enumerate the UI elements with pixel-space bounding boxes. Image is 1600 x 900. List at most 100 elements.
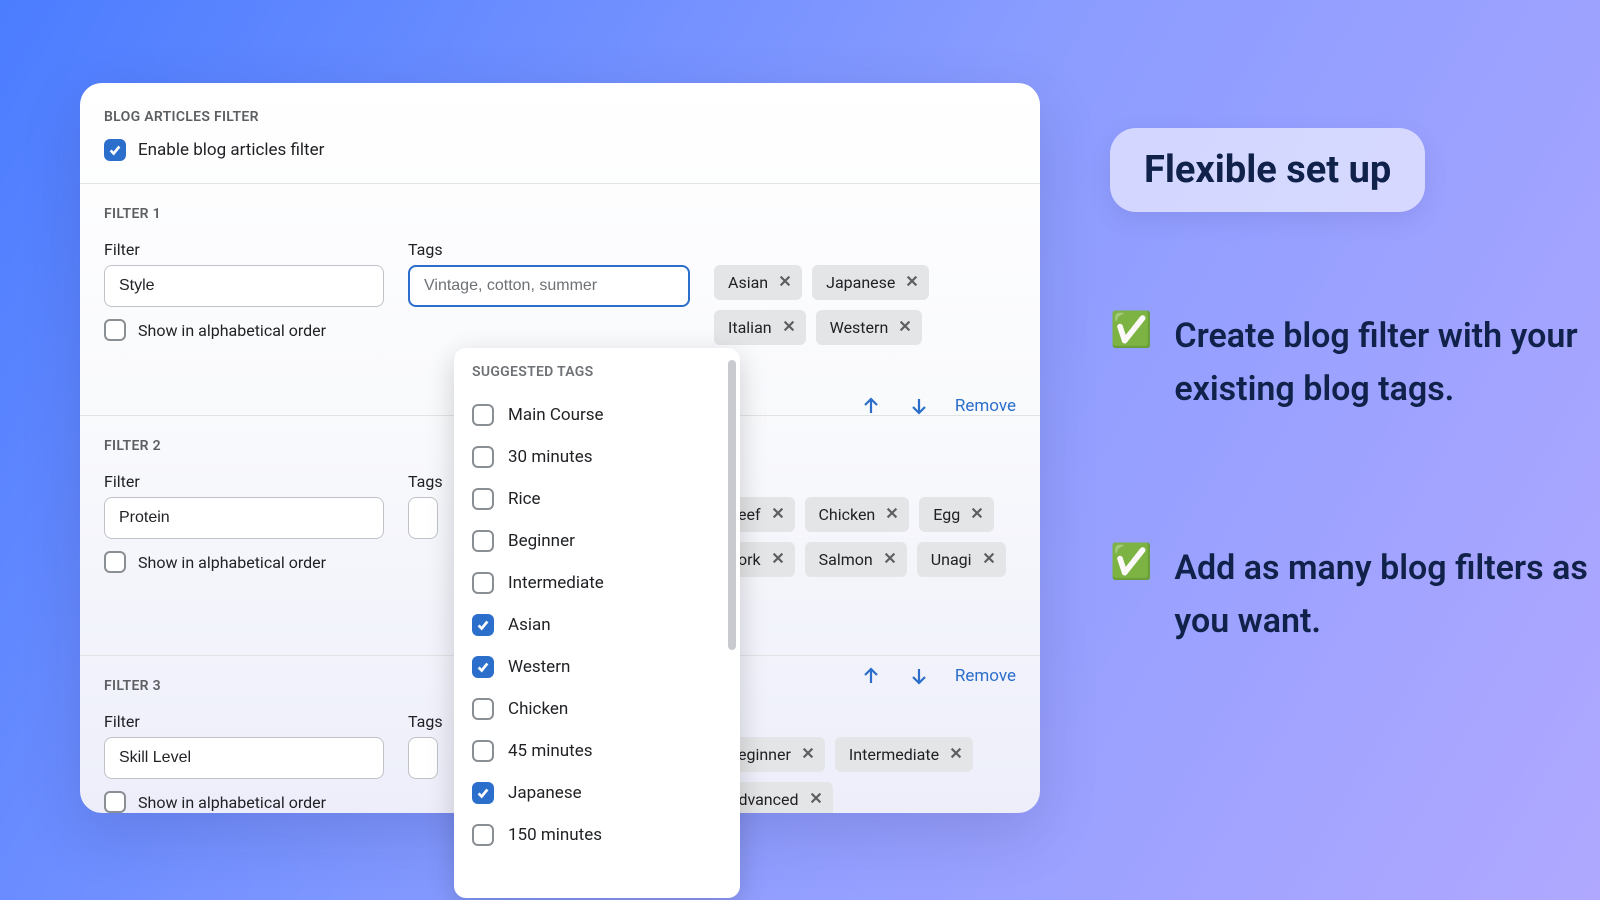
alpha-label: Show in alphabetical order	[138, 793, 326, 812]
suggested-tag-checkbox[interactable]	[472, 698, 494, 720]
chip: Western	[816, 310, 923, 345]
move-up-icon[interactable]	[859, 394, 883, 418]
filter-name-label: Filter	[104, 712, 384, 731]
chip-label: Salmon	[819, 550, 873, 569]
chip-label: Italian	[728, 318, 772, 337]
suggested-tag-label: Main Course	[508, 405, 604, 425]
panel-title: BLOG ARTICLES FILTER	[104, 109, 1016, 125]
alpha-label: Show in alphabetical order	[138, 321, 326, 340]
chip: Japanese	[812, 265, 929, 300]
chip-remove-icon[interactable]	[905, 273, 919, 292]
chip-remove-icon[interactable]	[809, 790, 823, 809]
enable-filter-checkbox[interactable]	[104, 139, 126, 161]
chip-remove-icon[interactable]	[782, 318, 796, 337]
marketing-pill: Flexible set up	[1110, 128, 1425, 212]
chip: Asian	[714, 265, 802, 300]
marketing-feature-1: ✅ Create blog filter with your existing …	[1110, 310, 1594, 415]
filter-1-actions: Remove	[859, 394, 1016, 418]
filter-1-tags-input[interactable]	[408, 265, 690, 307]
suggested-tags-title: SUGGESTED TAGS	[472, 364, 722, 380]
marketing-feature-2: ✅ Add as many blog filters as you want.	[1110, 542, 1594, 647]
suggested-tag-checkbox[interactable]	[472, 824, 494, 846]
suggested-tag-item[interactable]: Western	[472, 646, 722, 688]
chip: Intermediate	[835, 737, 973, 772]
filter-1-name-input[interactable]	[104, 265, 384, 307]
suggested-tag-label: Intermediate	[508, 573, 604, 593]
suggested-tag-checkbox[interactable]	[472, 572, 494, 594]
chip-remove-icon[interactable]	[801, 745, 815, 764]
chip: Chicken	[805, 497, 910, 532]
suggested-tag-item[interactable]: Main Course	[472, 394, 722, 436]
chip: Unagi	[917, 542, 1006, 577]
chip-label: Chicken	[819, 505, 876, 524]
chip-label: Asian	[728, 273, 768, 292]
filter-3-alpha-checkbox[interactable]	[104, 791, 126, 813]
suggested-tag-item[interactable]: 150 minutes	[472, 814, 722, 856]
suggested-tag-checkbox[interactable]	[472, 656, 494, 678]
suggested-tag-label: Chicken	[508, 699, 568, 719]
suggested-tag-item[interactable]: Beginner	[472, 520, 722, 562]
chip-remove-icon[interactable]	[771, 550, 785, 569]
chip: Egg	[919, 497, 994, 532]
filter-1-alpha-checkbox[interactable]	[104, 319, 126, 341]
chip-remove-icon[interactable]	[778, 273, 792, 292]
chip-remove-icon[interactable]	[949, 745, 963, 764]
suggested-tag-item[interactable]: 45 minutes	[472, 730, 722, 772]
suggested-tag-label: 30 minutes	[508, 447, 592, 467]
suggested-tag-label: Western	[508, 657, 570, 677]
chip-remove-icon[interactable]	[883, 550, 897, 569]
suggested-tag-checkbox[interactable]	[472, 614, 494, 636]
suggested-tag-label: Asian	[508, 615, 551, 635]
suggested-tag-item[interactable]: Rice	[472, 478, 722, 520]
chip: Italian	[714, 310, 806, 345]
suggested-tag-checkbox[interactable]	[472, 740, 494, 762]
suggested-tag-item[interactable]: Intermediate	[472, 562, 722, 604]
chip-label: Western	[830, 318, 889, 337]
filter-1-header: FILTER 1	[104, 206, 1016, 222]
move-down-icon[interactable]	[907, 394, 931, 418]
filter-2-alpha-checkbox[interactable]	[104, 551, 126, 573]
enable-filter-label: Enable blog articles filter	[138, 140, 324, 160]
suggested-tag-checkbox[interactable]	[472, 488, 494, 510]
chip: Salmon	[805, 542, 907, 577]
suggested-tag-label: Rice	[508, 489, 541, 509]
filter-2-name-input[interactable]	[104, 497, 384, 539]
filter-2-tags-input[interactable]	[408, 497, 438, 539]
chip-label: Egg	[933, 505, 960, 524]
filter-3-chips: Beginner Intermediate Advanced	[714, 737, 1016, 813]
chip-remove-icon[interactable]	[885, 505, 899, 524]
suggested-tag-item[interactable]: Japanese	[472, 772, 722, 814]
filter-3-tags-input[interactable]	[408, 737, 438, 779]
suggested-tag-checkbox[interactable]	[472, 782, 494, 804]
chip-label: Japanese	[826, 273, 895, 292]
suggested-tag-item[interactable]: Asian	[472, 604, 722, 646]
marketing-feature-1-text: Create blog filter with your existing bl…	[1174, 310, 1594, 415]
filter-name-label: Filter	[104, 472, 384, 491]
check-icon: ✅	[1110, 310, 1152, 415]
alpha-label: Show in alphabetical order	[138, 553, 326, 572]
suggested-tag-label: Beginner	[508, 531, 575, 551]
suggested-tag-checkbox[interactable]	[472, 446, 494, 468]
enable-filter-row: Enable blog articles filter	[104, 139, 1016, 161]
chip-remove-icon[interactable]	[982, 550, 996, 569]
chip-remove-icon[interactable]	[970, 505, 984, 524]
suggested-tag-label: 150 minutes	[508, 825, 602, 845]
chip-label: Intermediate	[849, 745, 939, 764]
suggested-tag-checkbox[interactable]	[472, 404, 494, 426]
chip-label: Unagi	[931, 550, 972, 569]
suggested-tag-item[interactable]: Chicken	[472, 688, 722, 730]
header-section: BLOG ARTICLES FILTER Enable blog article…	[80, 83, 1040, 184]
remove-filter-link[interactable]: Remove	[955, 396, 1016, 416]
dropdown-scrollbar[interactable]	[728, 360, 736, 650]
chip-remove-icon[interactable]	[771, 505, 785, 524]
suggested-tag-item[interactable]: 30 minutes	[472, 436, 722, 478]
suggested-tag-checkbox[interactable]	[472, 530, 494, 552]
chip-remove-icon[interactable]	[898, 318, 912, 337]
suggested-tag-label: Japanese	[508, 783, 582, 803]
suggested-tags-dropdown[interactable]: SUGGESTED TAGS Main Course 30 minutes Rice…	[454, 348, 740, 898]
check-icon: ✅	[1110, 542, 1152, 647]
marketing-pill-text: Flexible set up	[1144, 148, 1391, 192]
filter-1-chips: Asian Japanese Italian Western	[714, 265, 1016, 345]
filter-3-name-input[interactable]	[104, 737, 384, 779]
filter-2-chips: Beef Chicken Egg Pork Salmon Unagi	[714, 497, 1016, 577]
